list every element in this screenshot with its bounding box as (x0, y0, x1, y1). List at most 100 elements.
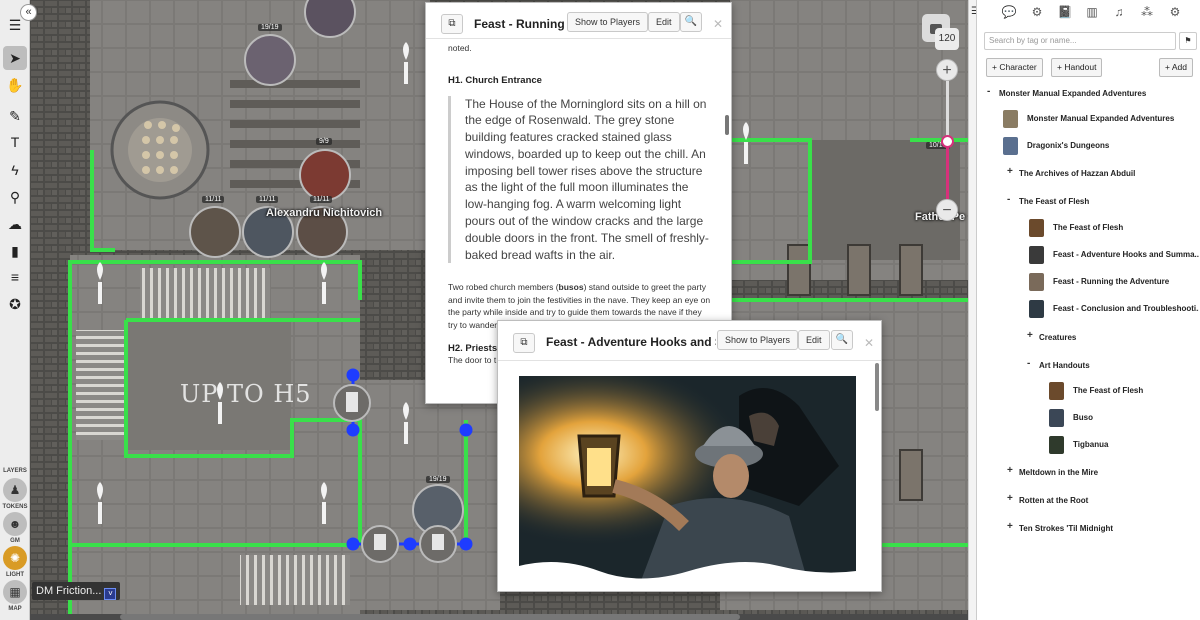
collapse-icon[interactable]: - (1007, 194, 1010, 205)
collapse-icon[interactable]: - (987, 86, 990, 97)
handout-art-image (519, 376, 856, 581)
close-icon[interactable]: ✕ (713, 17, 723, 31)
journal-item[interactable]: Feast - Running the Adventure (977, 271, 1199, 293)
expand-icon[interactable]: + (1007, 493, 1013, 504)
add-handout-button[interactable]: + Handout (1051, 58, 1103, 77)
handout-window-hooks[interactable]: ⧉ Feast - Adventure Hooks and Summary Sh… (497, 320, 882, 592)
gm-layer-button[interactable]: ☻ (3, 512, 27, 536)
expand-icon[interactable]: + (1007, 465, 1013, 476)
journal-item[interactable]: + Meltdown in the Mire (977, 462, 1199, 484)
map-floor-text: UP TO H5 (180, 380, 312, 408)
journal-item[interactable]: Feast - Conclusion and Troubleshooti... (977, 298, 1199, 320)
journal-item-label: Feast - Conclusion and Troubleshooti... (1053, 304, 1199, 313)
journal-item-label: Rotten at the Root (1019, 496, 1089, 505)
journal-item[interactable]: + Rotten at the Root (977, 490, 1199, 512)
journal-item[interactable]: The Feast of Flesh (977, 217, 1199, 239)
journal-item[interactable]: Tigbanua (977, 434, 1199, 456)
tag-icon[interactable]: ⚑ (1179, 32, 1197, 50)
chat-icon[interactable]: 💬 (1001, 5, 1017, 19)
journal-item-label: Monster Manual Expanded Adventures (999, 89, 1147, 98)
search-input[interactable]: Search by tag or name... (984, 32, 1176, 50)
player-chip[interactable]: DM Friction... ˅ (32, 582, 121, 600)
journal-item-label: Tigbanua (1073, 440, 1109, 449)
journal-item[interactable]: Monster Manual Expanded Adventures (977, 108, 1199, 130)
journal-item[interactable]: + Ten Strokes 'Til Midnight (977, 518, 1199, 540)
token-hp-bar: 19/19 (258, 24, 282, 31)
zoom-in-button[interactable]: + (936, 59, 958, 81)
journal-item-label: Feast - Adventure Hooks and Summa... (1053, 250, 1199, 259)
left-toolbar: ☰ ➤ ✋ ✎ T ϟ ⚲ ☁ ▮ ≡ ✪ LAYERS ♟ TOKENS ☻ … (0, 0, 30, 620)
journal-item[interactable]: Feast - Adventure Hooks and Summa... (977, 244, 1199, 266)
zoom-slider-knob[interactable] (941, 135, 954, 149)
thumbnail-image (1029, 219, 1044, 237)
journal-item[interactable]: + Creatures (977, 327, 1199, 349)
journal-item-label: Meltdown in the Mire (1019, 468, 1099, 477)
layers-label: LAYERS (3, 468, 27, 474)
card-icon[interactable]: ▮ (3, 239, 27, 263)
collection-icon[interactable]: ⁂ (1139, 5, 1155, 19)
collapse-icon[interactable]: - (1027, 358, 1030, 369)
checklist-icon[interactable]: ≡ (3, 265, 27, 289)
journal-item-label: Buso (1073, 413, 1093, 422)
ruler-icon[interactable]: ⚲ (3, 185, 27, 209)
popout-icon[interactable]: ⧉ (513, 333, 535, 353)
section-heading: H1. Church Entrance (448, 74, 542, 86)
journal-item[interactable]: + The Archives of Hazzan Abduil (977, 163, 1199, 185)
close-icon[interactable]: ✕ (864, 336, 874, 350)
compendium-icon[interactable]: ▥ (1084, 5, 1100, 19)
tokens-layer-button[interactable]: ♟ (3, 478, 27, 502)
draw-icon[interactable]: ✎ (3, 104, 27, 128)
scrollbar-thumb[interactable] (120, 614, 740, 620)
thumbnail-image (1029, 300, 1044, 318)
thumbnail-image (1003, 110, 1018, 128)
thumbnail-image (1003, 137, 1018, 155)
tokens-label: TOKENS (2, 504, 28, 510)
handout-header[interactable]: ⧉ Feast - Running the Adventure Show to … (426, 3, 731, 39)
sidebar-divider[interactable]: ☰ (968, 0, 980, 620)
light-label: LIGHT (6, 572, 24, 578)
add-character-button[interactable]: + Character (986, 58, 1043, 77)
journal-item[interactable]: - Art Handouts (977, 355, 1199, 377)
search-icon[interactable]: 🔍 (680, 12, 702, 32)
journal-item[interactable]: Dragonix's Dungeons (977, 135, 1199, 157)
zoom-out-button[interactable]: − (936, 199, 958, 221)
map-horizontal-scrollbar[interactable] (30, 614, 968, 620)
settings-icon[interactable]: ✪ (3, 292, 27, 316)
thumbnail-image (1029, 273, 1044, 291)
add-folder-button[interactable]: + Add (1159, 58, 1193, 77)
vtt-app: 19/19 9/9 11/11 11/11 11/11 10/10 19/19 … (0, 0, 1200, 620)
handout-header[interactable]: ⧉ Feast - Adventure Hooks and Summary Sh… (498, 321, 881, 361)
show-to-players-button[interactable]: Show to Players (717, 330, 799, 350)
fx-icon[interactable]: ϟ (3, 158, 27, 182)
journal-item[interactable]: - The Feast of Flesh (977, 191, 1199, 213)
expand-icon[interactable]: + (1007, 166, 1013, 177)
edit-button[interactable]: Edit (798, 330, 830, 350)
show-to-players-button[interactable]: Show to Players (567, 12, 649, 32)
boxed-text: The House of the Morninglord sits on a h… (448, 95, 712, 264)
settings-icon[interactable]: ⚙ (1167, 5, 1183, 19)
journal-item-label: Creatures (1039, 333, 1077, 342)
select-icon[interactable]: ➤ (3, 46, 27, 70)
journal-item[interactable]: - Monster Manual Expanded Adventures (977, 83, 1199, 105)
search-icon[interactable]: 🔍 (831, 330, 853, 350)
expand-icon[interactable]: + (1007, 521, 1013, 532)
weather-icon[interactable]: ☁ (3, 212, 27, 236)
expand-icon[interactable]: + (1027, 330, 1033, 341)
journal-item[interactable]: Buso (977, 407, 1199, 429)
collapse-icon[interactable]: « (20, 4, 37, 21)
edit-button[interactable]: Edit (648, 12, 680, 32)
chevron-down-icon[interactable]: ˅ (104, 588, 117, 600)
zoom-slider[interactable] (936, 81, 958, 199)
handout-scrollbar[interactable] (875, 363, 879, 411)
handout-scrollbar[interactable] (725, 115, 729, 135)
art-library-icon[interactable]: ⚙ (1029, 5, 1045, 19)
popout-icon[interactable]: ⧉ (441, 14, 463, 34)
text-icon[interactable]: T (3, 130, 27, 154)
pan-icon[interactable]: ✋ (3, 73, 27, 97)
journal-item[interactable]: The Feast of Flesh (977, 380, 1199, 402)
sidebar-tabs: 💬 ⚙ 📓 ▥ ♫ ⁂ ⚙ (977, 0, 1200, 26)
jukebox-icon[interactable]: ♫ (1111, 5, 1127, 19)
map-layer-button[interactable]: ▦ (3, 580, 27, 604)
journal-icon[interactable]: 📓 (1057, 5, 1073, 19)
light-layer-button[interactable]: ✺ (3, 546, 27, 570)
